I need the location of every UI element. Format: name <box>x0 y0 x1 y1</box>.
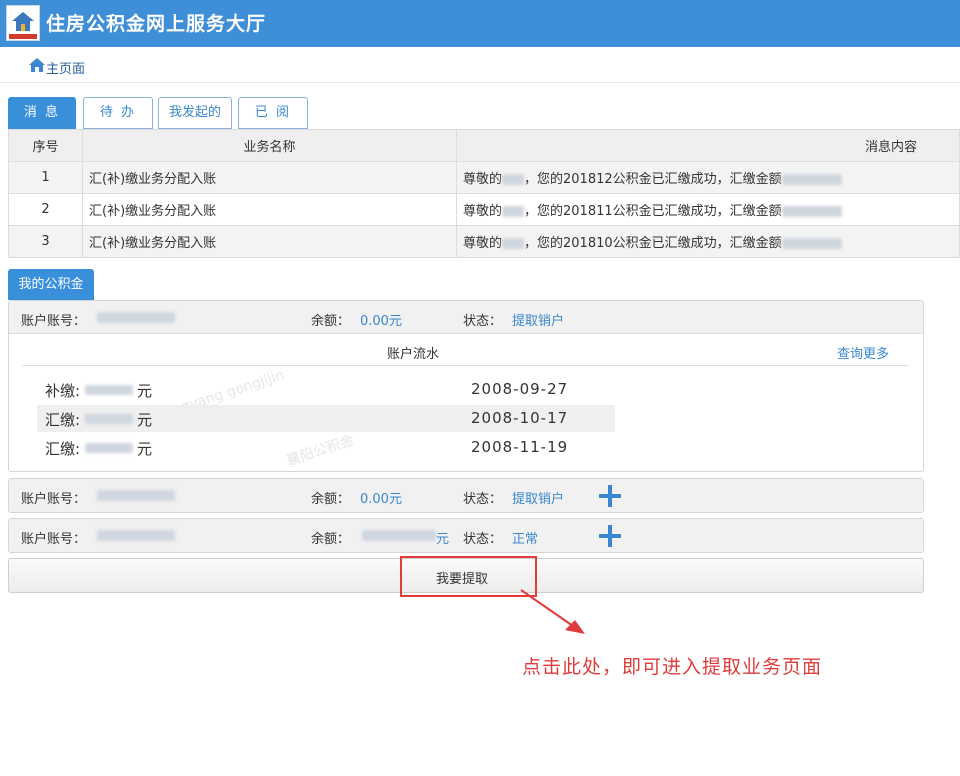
flow-type: 汇缴: <box>45 440 81 458</box>
account-number-label: 账户账号： <box>21 492 87 507</box>
tab-read[interactable]: 已 阅 <box>238 97 308 129</box>
row-name: 汇(补)缴业务分配入账 <box>82 161 457 194</box>
tab-todo[interactable]: 待 办 <box>83 97 153 129</box>
flow-row: 补缴: 元 2008-09-27 <box>37 376 615 403</box>
flow-unit: 元 <box>137 411 153 429</box>
account-number-label: 账户账号： <box>21 314 87 329</box>
expand-plus-icon[interactable] <box>599 485 621 507</box>
query-more-link[interactable]: 查询更多 <box>837 343 889 362</box>
balance-label: 余额： <box>311 532 351 547</box>
redacted-name <box>502 174 525 185</box>
status-label: 状态： <box>463 314 503 329</box>
row-content-text: ，您的201811公积金已汇缴成功，汇缴金额 <box>524 204 782 219</box>
redacted-amount <box>85 385 133 395</box>
status-value: 提取销户 <box>512 492 565 507</box>
balance-value: 0.00元 <box>360 314 402 329</box>
flow-row: 汇缴: 元 2008-10-17 <box>37 405 615 432</box>
row-no: 1 <box>8 161 83 194</box>
status-label: 状态： <box>463 492 503 507</box>
status-value: 正常 <box>512 532 539 547</box>
account-panel: 账户账号： 余额： 0.00元 状态： 提取销户 <box>8 478 924 513</box>
row-no: 3 <box>8 225 83 258</box>
redacted-balance <box>362 530 436 541</box>
column-header-no: 序号 <box>8 129 83 162</box>
redacted-amount <box>85 414 133 424</box>
account-panel-header: 账户账号： 余额： 元 状态： 正常 <box>9 519 923 552</box>
balance-unit: 元 <box>436 532 450 547</box>
flow-unit: 元 <box>137 440 153 458</box>
expand-plus-icon[interactable] <box>599 525 621 547</box>
row-name: 汇(补)缴业务分配入账 <box>82 225 457 258</box>
table-row[interactable]: 2 汇(补)缴业务分配入账 尊敬的 ，您的201811公积金已汇缴成功，汇缴金额 <box>8 193 960 226</box>
account-panel-header: 账户账号： 余额： 0.00元 状态： 提取销户 <box>9 479 923 512</box>
flow-unit: 元 <box>137 382 153 400</box>
account-number-label: 账户账号： <box>21 532 87 547</box>
status-value: 提取销户 <box>512 314 565 329</box>
row-content-text: ，您的201810公积金已汇缴成功，汇缴金额 <box>524 236 782 251</box>
row-content: 尊敬的 ，您的201812公积金已汇缴成功，汇缴金额 <box>456 161 960 194</box>
column-header-name: 业务名称 <box>82 129 457 162</box>
balance-value: 0.00元 <box>360 492 402 507</box>
flow-date: 2008-10-17 <box>471 409 569 427</box>
flow-type: 补缴: <box>45 382 81 400</box>
column-header-content: 消息内容 <box>456 129 960 162</box>
fund-logo-icon <box>6 5 40 41</box>
messages-table: 序号 业务名称 消息内容 1 汇(补)缴业务分配入账 尊敬的 ，您的201812公… <box>8 129 960 258</box>
table-header-row: 序号 业务名称 消息内容 <box>8 129 960 162</box>
redacted-name <box>502 238 525 249</box>
account-panel: 账户账号： 余额： 元 状态： 正常 <box>8 518 924 553</box>
row-content-text: ，您的201812公积金已汇缴成功，汇缴金额 <box>524 172 782 187</box>
redacted-amount <box>781 238 842 249</box>
redacted-account-number <box>97 312 175 323</box>
row-no: 2 <box>8 193 83 226</box>
table-row[interactable]: 1 汇(补)缴业务分配入账 尊敬的 ，您的201812公积金已汇缴成功，汇缴金额 <box>8 161 960 194</box>
flow-date: 2008-09-27 <box>471 380 569 398</box>
redacted-amount <box>85 443 133 453</box>
page-title: 住房公积金网上服务大厅 <box>46 13 267 35</box>
account-panel-header: 账户账号： 余额： 0.00元 状态： 提取销户 <box>9 301 923 334</box>
balance-label: 余额： <box>311 314 351 329</box>
tab-messages[interactable]: 消 息 <box>8 97 76 129</box>
redacted-account-number <box>97 490 175 501</box>
table-row[interactable]: 3 汇(补)缴业务分配入账 尊敬的 ，您的201810公积金已汇缴成功，汇缴金额 <box>8 225 960 258</box>
redacted-amount <box>781 174 842 185</box>
row-content-prefix: 尊敬的 <box>463 204 503 219</box>
my-fund-tab[interactable]: 我的公积金 <box>8 269 94 300</box>
annotation-text: 点击此处，即可进入提取业务页面 <box>522 656 823 678</box>
row-content: 尊敬的 ，您的201810公积金已汇缴成功，汇缴金额 <box>456 225 960 258</box>
top-header: 住房公积金网上服务大厅 <box>0 0 960 47</box>
flow-date: 2008-11-19 <box>471 438 569 456</box>
divider <box>22 365 908 366</box>
home-icon[interactable] <box>28 57 46 73</box>
row-content: 尊敬的 ，您的201811公积金已汇缴成功，汇缴金额 <box>456 193 960 226</box>
balance-label: 余额： <box>311 492 351 507</box>
row-content-prefix: 尊敬的 <box>463 172 503 187</box>
annotation-arrow-icon <box>520 589 585 634</box>
tab-initiated[interactable]: 我发起的 <box>158 97 232 129</box>
flow-type: 汇缴: <box>45 411 81 429</box>
redacted-account-number <box>97 530 175 541</box>
redacted-amount <box>781 206 842 217</box>
breadcrumb-home-link[interactable]: 主页面 <box>46 58 85 77</box>
row-content-prefix: 尊敬的 <box>463 236 503 251</box>
redacted-name <box>502 206 525 217</box>
row-name: 汇(补)缴业务分配入账 <box>82 193 457 226</box>
status-label: 状态： <box>463 532 503 547</box>
breadcrumb: 主页面 <box>0 47 960 83</box>
account-flow-title: 账户流水 <box>387 347 440 362</box>
flow-row: 汇缴: 元 2008-11-19 <box>37 434 615 461</box>
